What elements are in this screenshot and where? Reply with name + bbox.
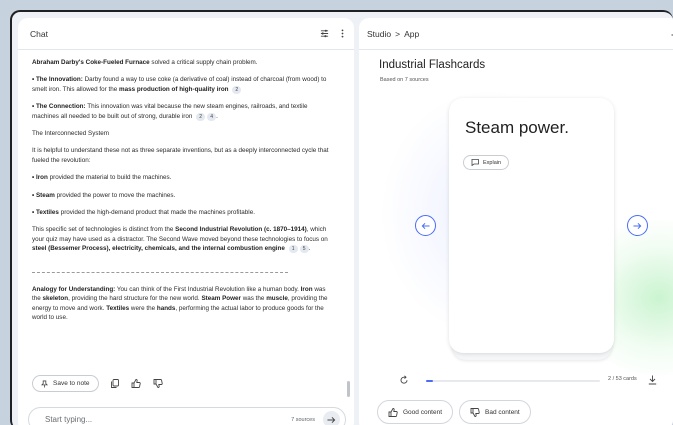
chat-panel: Chat Abraham Darby's Coke-Fueled Furnace… bbox=[18, 18, 354, 425]
flashcard-text: Steam power. bbox=[465, 118, 569, 137]
chat-paragraph: Abraham Darby's Coke-Fueled Furnace solv… bbox=[32, 58, 332, 67]
save-to-note-label: Save to note bbox=[53, 380, 90, 387]
chat-text: was the bbox=[240, 295, 267, 303]
tune-icon[interactable] bbox=[320, 29, 329, 38]
chat-text: were the bbox=[129, 304, 157, 312]
app-frame: Chat Abraham Darby's Coke-Fueled Furnace… bbox=[10, 10, 673, 425]
reset-icon[interactable] bbox=[399, 375, 409, 385]
chat-bold: • The Connection: bbox=[32, 103, 86, 111]
download-icon[interactable] bbox=[648, 375, 657, 385]
chat-bold: Analogy for Understanding: bbox=[32, 285, 116, 293]
pin-icon bbox=[41, 380, 48, 388]
chat-bold: Second Industrial Revolution (c. 1870–19… bbox=[175, 226, 307, 234]
breadcrumb-studio[interactable]: Studio bbox=[367, 29, 391, 39]
chat-text: This specific set of technologies is dis… bbox=[32, 226, 176, 234]
chat-bold: Textiles bbox=[106, 304, 130, 312]
progress-fill bbox=[426, 380, 433, 382]
breadcrumb-separator: > bbox=[395, 28, 401, 39]
chat-title: Chat bbox=[30, 28, 48, 39]
chat-composer: 7 sources bbox=[28, 407, 346, 425]
chat-bold: steel (Bessemer Process), electricity, c… bbox=[32, 245, 285, 253]
chat-bold: mass production of high-quality iron bbox=[119, 85, 229, 93]
arrow-left-icon bbox=[421, 222, 430, 229]
chat-bold: skeleton bbox=[42, 295, 69, 303]
studio-header: Studio > App bbox=[359, 18, 673, 50]
thumb-up-icon[interactable] bbox=[131, 379, 141, 388]
chat-paragraph: • The Connection: This innovation was vi… bbox=[32, 103, 308, 121]
thumb-down-icon bbox=[470, 407, 480, 417]
chat-input[interactable] bbox=[45, 415, 225, 424]
flashcards-subtitle: Based on 7 sources bbox=[380, 77, 429, 83]
send-button[interactable] bbox=[323, 411, 340, 425]
citation-chip[interactable]: 5 bbox=[299, 245, 309, 254]
flashcard[interactable]: Steam power. Explain bbox=[449, 98, 614, 353]
chat-bold: Abraham Darby's Coke-Fueled Furnace bbox=[32, 59, 150, 66]
good-content-label: Good content bbox=[403, 408, 443, 416]
card-counter: 2 / 53 cards bbox=[608, 376, 637, 382]
previous-card-button[interactable] bbox=[415, 215, 436, 236]
chat-bold: hands bbox=[156, 304, 176, 312]
chat-bold: • The Innovation: bbox=[32, 76, 83, 84]
feedback-row: Good content Bad content bbox=[377, 400, 531, 424]
chat-scrollbar[interactable] bbox=[347, 381, 350, 397]
citation-chip[interactable]: 2 bbox=[232, 85, 242, 94]
explain-button[interactable]: Explain bbox=[463, 155, 510, 170]
message-actions: Save to note bbox=[32, 375, 163, 392]
citation-chip[interactable]: 4 bbox=[207, 112, 217, 121]
chat-bold: • Iron bbox=[32, 174, 48, 182]
chat-header: Chat bbox=[18, 18, 354, 50]
citation-chip[interactable]: 2 bbox=[196, 112, 206, 121]
sources-count: 7 sources bbox=[291, 416, 315, 423]
chat-paragraph: • Iron provided the material to build th… bbox=[32, 173, 332, 182]
chat-text: , providing the hard structure for the n… bbox=[68, 295, 202, 303]
save-to-note-button[interactable]: Save to note bbox=[32, 375, 99, 392]
card-progress: 2 / 53 cards bbox=[399, 375, 673, 387]
chat-bold: muscle bbox=[266, 295, 288, 303]
chat-bold: Iron bbox=[300, 285, 313, 293]
chat-text: solved a critical supply chain problem. bbox=[149, 59, 258, 66]
citation-chip[interactable]: 1 bbox=[288, 245, 298, 254]
chat-text: provided the material to build the machi… bbox=[47, 174, 172, 182]
chat-message: Abraham Darby's Coke-Fueled Furnace solv… bbox=[32, 58, 332, 330]
arrow-right-icon bbox=[327, 416, 336, 423]
explain-icon bbox=[471, 159, 479, 166]
arrow-right-icon bbox=[633, 222, 642, 229]
chat-paragraph: It is helpful to understand these not as… bbox=[32, 147, 329, 164]
chat-paragraph: This specific set of technologies is dis… bbox=[32, 226, 328, 254]
chat-paragraph: • Textiles provided the high-demand prod… bbox=[32, 208, 332, 217]
thumb-down-icon[interactable] bbox=[153, 379, 163, 388]
thumb-up-icon bbox=[388, 407, 398, 417]
divider bbox=[32, 271, 288, 273]
breadcrumb-app: App bbox=[404, 28, 420, 39]
chat-paragraph: • Steam provided the power to move the m… bbox=[32, 191, 332, 200]
flashcards-title: Industrial Flashcards bbox=[379, 59, 486, 71]
chat-text: provided the high-demand product that ma… bbox=[58, 209, 255, 217]
chat-bold: • Textiles bbox=[32, 209, 59, 217]
studio-panel: Studio > App Industrial Flashcards Based… bbox=[359, 18, 673, 425]
good-content-button[interactable]: Good content bbox=[377, 400, 454, 424]
chat-heading: The Interconnected System bbox=[32, 130, 110, 138]
breadcrumb: Studio > App bbox=[367, 29, 419, 39]
chat-bold: • Steam bbox=[32, 191, 55, 199]
chat-paragraph: • The Innovation: Darby found a way to u… bbox=[32, 75, 332, 94]
more-vert-icon[interactable] bbox=[341, 29, 344, 38]
chat-text: provided the power to move the machines. bbox=[54, 191, 176, 199]
next-card-button[interactable] bbox=[627, 215, 648, 236]
chat-text: You can think of the First Industrial Re… bbox=[115, 285, 301, 293]
bad-content-button[interactable]: Bad content bbox=[459, 400, 531, 424]
chat-bold: Steam Power bbox=[201, 295, 241, 303]
explain-label: Explain bbox=[483, 159, 502, 166]
copy-icon[interactable] bbox=[110, 379, 119, 388]
chat-paragraph: Analogy for Understanding: You can think… bbox=[32, 285, 332, 323]
progress-track[interactable] bbox=[426, 380, 600, 382]
bad-content-label: Bad content bbox=[485, 408, 520, 416]
